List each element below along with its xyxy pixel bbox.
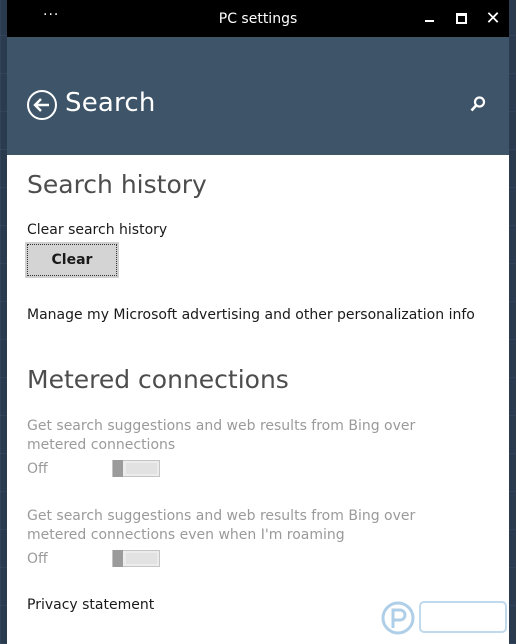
privacy-statement-link[interactable]: Privacy statement	[27, 597, 154, 613]
search-history-heading: Search history	[27, 170, 207, 199]
roaming-setting-description: Get search suggestions and web results f…	[27, 508, 416, 543]
roaming-toggle[interactable]	[112, 550, 160, 567]
clear-history-label: Clear search history	[27, 222, 168, 238]
toggle-knob	[113, 460, 123, 477]
roaming-setting-state: Off	[27, 551, 48, 567]
metered-setting-description: Get search suggestions and web results f…	[27, 418, 416, 453]
back-arrow-icon[interactable]	[27, 90, 57, 120]
title-bar: ··· PC settings ✕	[7, 0, 509, 37]
toggle-track	[126, 553, 157, 564]
minimize-button[interactable]	[413, 0, 445, 37]
page-header: Search	[7, 37, 509, 155]
metered-setting-state: Off	[27, 461, 48, 477]
clear-button[interactable]: Clear	[25, 242, 119, 278]
toggle-knob	[113, 550, 123, 567]
close-button[interactable]: ✕	[477, 0, 509, 37]
watermark-logo	[380, 592, 510, 640]
toggle-track	[126, 463, 157, 474]
settings-content: Search history Clear search history Clea…	[7, 155, 509, 644]
maximize-button[interactable]	[445, 0, 477, 37]
maximize-icon	[455, 13, 467, 24]
page-title: Search	[65, 88, 156, 118]
search-icon[interactable]	[469, 95, 487, 117]
manage-advertising-link[interactable]: Manage my Microsoft advertising and othe…	[27, 307, 475, 323]
metered-connections-heading: Metered connections	[27, 365, 289, 394]
pc-settings-window: ··· PC settings ✕ Search Search history …	[7, 0, 509, 644]
close-icon: ✕	[485, 7, 501, 29]
minimize-icon	[424, 19, 434, 22]
metered-toggle[interactable]	[112, 460, 160, 477]
